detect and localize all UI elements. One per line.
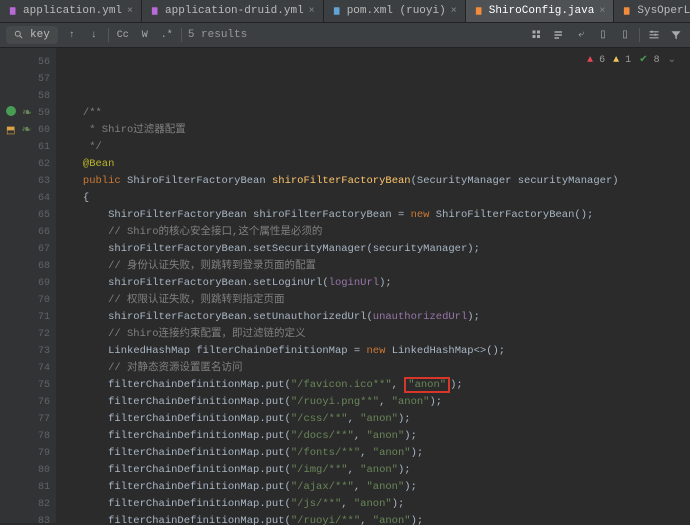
inspection-status[interactable]: ▲ 6 ▲ 1 ✔ 8 ⌄ <box>587 52 676 69</box>
next-match-button[interactable]: ↓ <box>86 27 102 43</box>
toggle-1-button[interactable]: ▯ <box>595 27 611 43</box>
code-line-60: public ShiroFilterFactoryBean shiroFilte… <box>64 173 690 190</box>
search-icon <box>14 30 24 40</box>
code-line-56: /** <box>64 105 690 122</box>
code-line-67: // 权限认证失败，则跳转到指定页面 <box>64 292 690 309</box>
code-line-75: filterChainDefinitionMap.put("/docs/**",… <box>64 428 690 445</box>
find-toolbar: key ↑ ↓ Cc W .* 5 results ⤶ ▯ ▯ <box>0 23 690 48</box>
code-line-68: shiroFilterFactoryBean.setUnauthorizedUr… <box>64 309 690 326</box>
match-case-toggle[interactable]: Cc <box>115 27 131 43</box>
code-line-71: // 对静态资源设置匿名访问 <box>64 360 690 377</box>
code-line-72: filterChainDefinitionMap.put("/favicon.i… <box>64 377 690 394</box>
code-line-57: * Shiro过滤器配置 <box>64 122 690 139</box>
code-line-70: LinkedHashMap filterChainDefinitionMap =… <box>64 343 690 360</box>
tab-shiroconfig-java[interactable]: ShiroConfig.java × <box>466 0 615 22</box>
code-line-78: filterChainDefinitionMap.put("/ajax/**",… <box>64 479 690 496</box>
search-text: key <box>30 29 50 41</box>
yml-file-icon <box>150 6 160 16</box>
code-line-77: filterChainDefinitionMap.put("/img/**", … <box>64 462 690 479</box>
whole-word-toggle[interactable]: W <box>137 27 153 43</box>
yml-file-icon <box>8 6 18 16</box>
line-gutter: 565758 ❧59⬒ ❧606162636465666768697071727… <box>0 48 56 523</box>
code-editor[interactable]: 565758 ❧59⬒ ❧606162636465666768697071727… <box>0 48 690 523</box>
code-line-63: // Shiro的核心安全接口,这个属性是必须的 <box>64 224 690 241</box>
code-line-62: ShiroFilterFactoryBean shiroFilterFactor… <box>64 207 690 224</box>
tab-label: SysOperLog.java <box>637 5 690 17</box>
regex-toggle[interactable]: .* <box>159 27 175 43</box>
results-count: 5 results <box>188 29 247 41</box>
toggle-2-button[interactable]: ▯ <box>617 27 633 43</box>
tab-sysoperlog-java[interactable]: SysOperLog.java× <box>614 0 690 22</box>
code-line-58: */ <box>64 139 690 156</box>
settings-icon[interactable] <box>646 27 662 43</box>
tab-label: application.yml <box>23 5 122 17</box>
code-line-61: { <box>64 190 690 207</box>
code-line-65: // 身份认证失败，则跳转到登录页面的配置 <box>64 258 690 275</box>
spring-leaf-icon[interactable]: ❧ <box>22 106 32 120</box>
ok-icon: ✔ <box>639 55 647 66</box>
error-icon: ▲ <box>587 55 593 66</box>
code-line-80: filterChainDefinitionMap.put("/ruoyi/**"… <box>64 513 690 525</box>
xml-file-icon <box>332 6 342 16</box>
editor-tabs: application.yml×application-druid.yml×po… <box>0 0 690 23</box>
code-line-69: // Shiro连接约束配置，即过滤链的定义 <box>64 326 690 343</box>
code-line-74: filterChainDefinitionMap.put("/css/**", … <box>64 411 690 428</box>
select-all-button[interactable] <box>529 27 545 43</box>
code-area[interactable]: ▲ 6 ▲ 1 ✔ 8 ⌄ /** * Shiro过滤器配置 */ @Bean … <box>56 48 690 523</box>
code-line-76: filterChainDefinitionMap.put("/fonts/**"… <box>64 445 690 462</box>
tab-pom-xml-ruoyi-[interactable]: pom.xml (ruoyi) × <box>324 0 466 22</box>
chevron-down-icon[interactable]: ⌄ <box>668 52 676 69</box>
impl-gutter-icon[interactable]: ⬒ <box>6 126 15 137</box>
warning-icon: ▲ <box>613 55 619 66</box>
code-line-79: filterChainDefinitionMap.put("/js/**", "… <box>64 496 690 513</box>
filter-icon[interactable] <box>668 27 684 43</box>
bean-gutter-icon[interactable] <box>6 106 16 116</box>
java-file-icon <box>622 6 632 16</box>
java-file-icon <box>474 6 484 16</box>
tab-application-druid-yml[interactable]: application-druid.yml × <box>142 0 324 22</box>
add-selection-button[interactable] <box>551 27 567 43</box>
tab-label: application-druid.yml <box>165 5 304 17</box>
code-line-73: filterChainDefinitionMap.put("/ruoyi.png… <box>64 394 690 411</box>
close-icon[interactable]: × <box>451 6 457 17</box>
tab-label: pom.xml (ruoyi) <box>347 5 446 17</box>
code-line-66: shiroFilterFactoryBean.setLoginUrl(login… <box>64 275 690 292</box>
close-icon[interactable]: × <box>309 6 315 17</box>
close-icon[interactable]: × <box>599 6 605 17</box>
tab-label: ShiroConfig.java <box>489 5 595 17</box>
spring-leaf-icon[interactable]: ❧ <box>21 123 31 137</box>
new-line-button[interactable]: ⤶ <box>573 27 589 43</box>
prev-match-button[interactable]: ↑ <box>64 27 80 43</box>
search-field[interactable]: key <box>6 26 58 44</box>
close-icon[interactable]: × <box>127 6 133 17</box>
code-line-59: @Bean <box>64 156 690 173</box>
code-line-64: shiroFilterFactoryBean.setSecurityManage… <box>64 241 690 258</box>
tab-application-yml[interactable]: application.yml × <box>0 0 142 22</box>
